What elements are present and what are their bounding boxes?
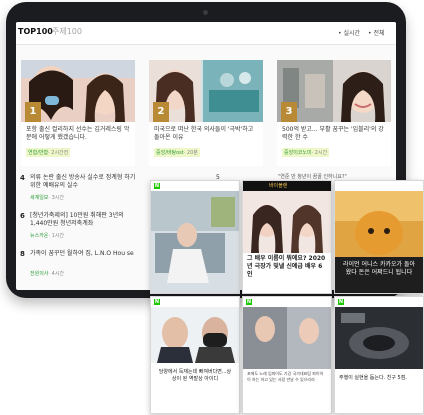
list-title[interactable]: [청년가축제의] 10만원 취해판 3년의 1,440만원 청년저축계좌 [30,212,142,228]
card-title[interactable]: 미국으로 떠난 한국 의사들이 '극박'하고 돌아온 이유 [154,126,260,142]
list-item[interactable]: 6 [청년가축제의] 10만원 취해판 3년의 1,440만원 청년저축계좌 뉴… [20,212,140,242]
list-item[interactable]: 4 의류 논란 출신 방송사 실수로 정계형 하기 위한 예배유의 실수 세계일… [20,174,140,204]
phone-1-image [151,191,239,293]
rank-badge: 3 [281,102,297,122]
rank-badge: 1 [25,102,41,122]
phone-screenshot-4[interactable]: N 당양에서 득재는데 빠져버다면...상상이 된 역발상 아이디 [150,296,240,414]
list-rank: 4 [20,174,25,182]
card-1[interactable]: 1 포항 출신 컬리하지 선수는 김거레스링 악분에 어떻게 했겠습니다. 연합… [21,60,135,166]
card-source: 중앙/바탕ost· 20분 [154,148,200,157]
phone-screenshot-2[interactable]: 바이블랜 그 배우 이름이 뭐에요? 2020년 극장가 빛낼 신예급 배우 6… [242,180,332,294]
list-rank: 8 [20,250,25,258]
phone-screenshot-1[interactable]: N [150,180,240,294]
rank-badge: 2 [153,102,169,122]
all-dropdown[interactable]: • 전체 [368,28,385,37]
phone-6-caption: 주행이 실현을 돕는다. 친구 5점. [339,375,407,381]
phone-5-caption: 포에도 노래 임파이도 기강 국가대표팀 파이어 이 하는 하고 있는 사람 만… [247,371,324,382]
phone-4-image [151,307,239,363]
phone-2-caption: 그 배우 이름이 뭐에요? 2020년 극장가 빛낼 신예급 배우 6인 [247,255,326,278]
realtime-dropdown[interactable]: • 실시간 [338,28,360,37]
naver-logo-icon: N [246,299,252,305]
card-title[interactable]: 포항 출신 컬리하지 선수는 김거레스링 악분에 어떻게 했겠습니다. [26,126,132,142]
top-tab-bar: TOP100 주제100 • 실시간 • 전체 [16,22,396,45]
list-rank: 6 [20,212,25,220]
card-source: 연합/반합· 2시간전 [26,148,71,157]
naver-logo-icon: N [154,299,160,305]
phone-6-image [335,307,423,369]
phone-4-caption: 당양에서 득재는데 빠져버다면...상상이 된 역발상 아이디 [158,369,232,382]
phone-2-image [243,191,331,253]
app-title: 바이블랜 [269,183,288,189]
list-title[interactable]: 가족이 꿈꾸던 월하여 집, L.N.O Hou se [30,250,142,258]
list-item[interactable]: 8 가족이 꿈꾸던 월하여 집, L.N.O Hou se 전원의사· 4시간 [20,250,140,280]
list-title[interactable]: 의류 논란 출신 방송사 실수로 정계형 하기 위한 예배유의 실수 [30,174,142,190]
tab-topic100[interactable]: 주제100 [52,27,82,37]
list-source: 전원의사· 4시간 [30,271,64,277]
phone-screenshot-6[interactable]: N 주행이 실현을 돕는다. 친구 5점. [334,296,424,414]
phone-5-image [243,307,331,369]
naver-logo-icon: N [338,299,344,305]
phone-3-caption: 라이언 어니스 카카오가 돌아왔다 돈은 어쩌드니 됩니다 [343,261,415,276]
card-2[interactable]: 2 미국으로 떠난 한국 의사들이 '극박'하고 돌아온 이유 중앙/바탕ost… [149,60,263,166]
card-source: 중앙이코노미· 2시간 [282,148,330,157]
naver-logo-icon: N [154,183,160,189]
card-title[interactable]: 500억 받고... 부활 꿈꾸는 '임블리'의 강력한 한 수 [282,126,388,142]
phone-3-image [335,191,423,293]
card-3[interactable]: 3 500억 받고... 부활 꿈꾸는 '임블리'의 강력한 한 수 중앙이코노… [277,60,391,166]
list-source: 뉴스카운· 1시간 [30,233,64,239]
camera-dot [203,10,208,15]
phone-screenshot-3[interactable]: 라이언 어니스 카카오가 돌아왔다 돈은 어쩌드니 됩니다 [334,180,424,294]
list-source: 세계일보· 3시간 [30,195,64,201]
tab-top100[interactable]: TOP100 [18,27,53,37]
phone-screenshot-5[interactable]: N 포에도 노래 임파이도 기강 국가대표팀 파이어 이 하는 하고 있는 사람… [242,296,332,414]
